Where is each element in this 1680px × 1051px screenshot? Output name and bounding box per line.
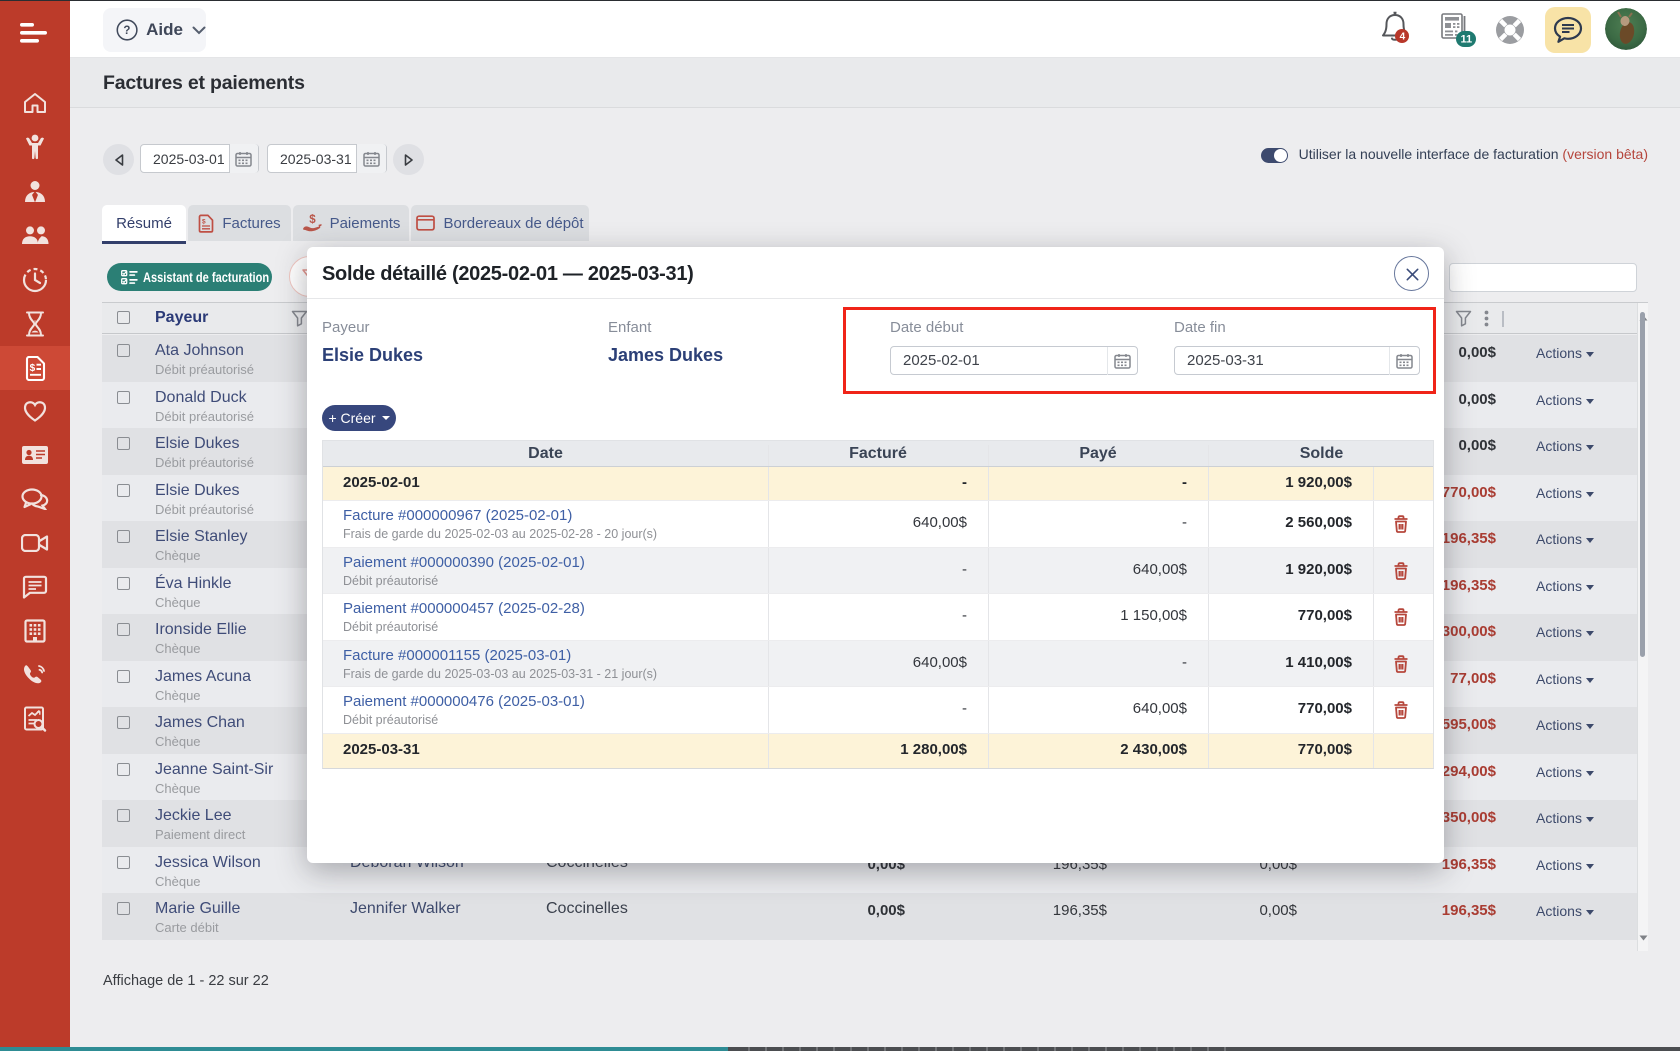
svg-text:$: $ bbox=[309, 214, 316, 226]
svg-text:$: $ bbox=[202, 218, 206, 225]
svg-text:4: 4 bbox=[1400, 32, 1406, 43]
svg-text:$: $ bbox=[29, 362, 35, 373]
svg-text:?: ? bbox=[123, 25, 130, 37]
svg-text:11: 11 bbox=[1461, 34, 1473, 46]
